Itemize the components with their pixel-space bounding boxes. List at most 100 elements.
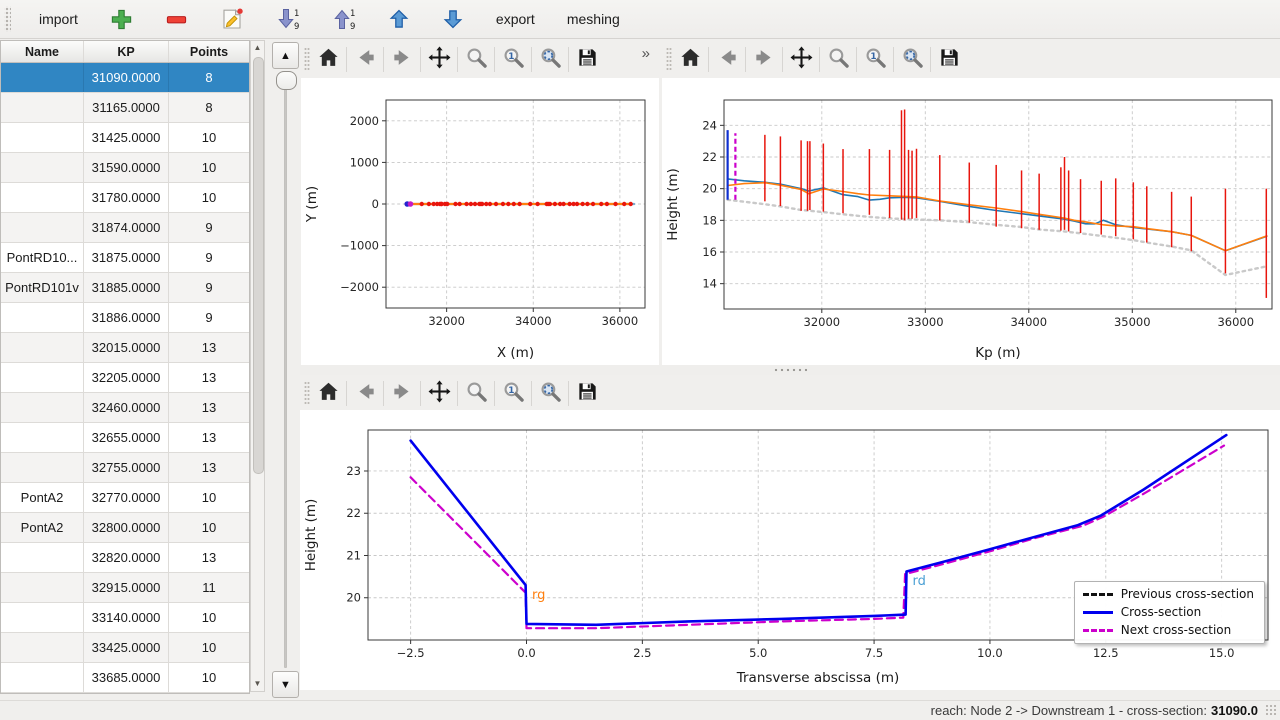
move-down-button[interactable]	[436, 4, 470, 34]
mpl-zoom-button[interactable]	[461, 44, 491, 74]
table-row[interactable]: 32915.000011	[1, 573, 249, 603]
table-row[interactable]: 31780.000010	[1, 183, 249, 213]
mpl-zoom-selection-button[interactable]	[535, 378, 565, 408]
cell-points[interactable]: 9	[169, 243, 249, 272]
horizontal-splitter[interactable]	[300, 365, 1280, 375]
cell-name[interactable]	[1, 303, 84, 332]
table-row[interactable]: 33140.000010	[1, 603, 249, 633]
table-row[interactable]: 31874.00009	[1, 213, 249, 243]
cell-points[interactable]: 13	[169, 453, 249, 482]
slider-track[interactable]	[284, 76, 287, 668]
mpl-pan-button[interactable]	[786, 44, 816, 74]
meshing-button[interactable]: meshing	[561, 8, 626, 30]
cell-kp[interactable]: 31590.0000	[84, 153, 169, 182]
cell-name[interactable]	[1, 633, 84, 662]
cell-name[interactable]	[1, 183, 84, 212]
mpl-forward-button[interactable]	[749, 44, 779, 74]
cell-kp[interactable]: 32205.0000	[84, 363, 169, 392]
resize-grip[interactable]	[1265, 704, 1278, 717]
cell-points[interactable]: 10	[169, 603, 249, 632]
table-row[interactable]: 32755.000013	[1, 453, 249, 483]
table-row[interactable]: 31425.000010	[1, 123, 249, 153]
cell-points[interactable]: 10	[169, 153, 249, 182]
cell-name[interactable]	[1, 153, 84, 182]
mpl-save-button[interactable]	[572, 44, 602, 74]
cell-kp[interactable]: 32820.0000	[84, 543, 169, 572]
cell-kp[interactable]: 32770.0000	[84, 483, 169, 512]
cell-points[interactable]: 8	[169, 63, 249, 92]
table-row[interactable]: PontA232770.000010	[1, 483, 249, 513]
cross-section-plot[interactable]: −2.50.02.55.07.510.012.515.020212223rgrd…	[300, 410, 1280, 695]
cell-kp[interactable]: 31780.0000	[84, 183, 169, 212]
cell-points[interactable]: 10	[169, 513, 249, 542]
toolbar-drag-handle[interactable]	[666, 47, 672, 71]
table-row[interactable]: 33685.000010	[1, 663, 249, 693]
cell-kp[interactable]: 31886.0000	[84, 303, 169, 332]
mpl-zoom-selection-button[interactable]	[897, 44, 927, 74]
mpl-zoom-button[interactable]	[823, 44, 853, 74]
cell-name[interactable]	[1, 333, 84, 362]
cell-points[interactable]: 10	[169, 633, 249, 662]
mpl-home-button[interactable]	[313, 378, 343, 408]
cell-kp[interactable]: 31425.0000	[84, 123, 169, 152]
slider-up-button[interactable]: ▲	[272, 42, 299, 69]
mpl-zoom-selection-button[interactable]	[535, 44, 565, 74]
toolbar-overflow-button[interactable]: »	[642, 45, 650, 62]
cell-kp[interactable]: 31885.0000	[84, 273, 169, 302]
import-button[interactable]: import	[33, 8, 84, 30]
cell-points[interactable]: 10	[169, 663, 249, 692]
slider-handle[interactable]	[276, 71, 297, 90]
table-row[interactable]: 31090.00008	[1, 63, 249, 93]
cell-kp[interactable]: 31875.0000	[84, 243, 169, 272]
table-row[interactable]: PontA232800.000010	[1, 513, 249, 543]
toolbar-drag-handle[interactable]	[304, 381, 310, 405]
cell-name[interactable]: PontRD101v	[1, 273, 84, 302]
header-name[interactable]: Name	[1, 41, 84, 62]
table-row[interactable]: 33425.000010	[1, 633, 249, 663]
cell-name[interactable]	[1, 123, 84, 152]
cell-points[interactable]: 10	[169, 483, 249, 512]
scroll-up-icon[interactable]: ▲	[251, 42, 264, 54]
mpl-zoom-original-button[interactable]: 1	[498, 44, 528, 74]
cell-kp[interactable]: 32655.0000	[84, 423, 169, 452]
table-row[interactable]: 31165.00008	[1, 93, 249, 123]
cell-name[interactable]	[1, 213, 84, 242]
mpl-forward-button[interactable]	[387, 378, 417, 408]
table-row[interactable]: 31886.00009	[1, 303, 249, 333]
mpl-save-button[interactable]	[934, 44, 964, 74]
cell-points[interactable]: 9	[169, 303, 249, 332]
cell-kp[interactable]: 32015.0000	[84, 333, 169, 362]
cell-kp[interactable]: 32460.0000	[84, 393, 169, 422]
slider-down-button[interactable]: ▼	[272, 671, 299, 698]
cell-kp[interactable]: 33685.0000	[84, 663, 169, 692]
table-row[interactable]: 31590.000010	[1, 153, 249, 183]
table-row[interactable]: 32205.000013	[1, 363, 249, 393]
cell-points[interactable]: 8	[169, 93, 249, 122]
cell-kp[interactable]: 32915.0000	[84, 573, 169, 602]
cell-kp[interactable]: 31874.0000	[84, 213, 169, 242]
cell-points[interactable]: 9	[169, 273, 249, 302]
mpl-zoom-original-button[interactable]: 1	[860, 44, 890, 74]
cell-kp[interactable]: 33140.0000	[84, 603, 169, 632]
cell-name[interactable]	[1, 63, 84, 92]
cell-name[interactable]: PontRD10...	[1, 243, 84, 272]
cell-points[interactable]: 10	[169, 123, 249, 152]
table-row[interactable]: 32820.000013	[1, 543, 249, 573]
cell-name[interactable]	[1, 573, 84, 602]
cell-points[interactable]: 13	[169, 543, 249, 572]
mpl-home-button[interactable]	[675, 44, 705, 74]
move-up-button[interactable]	[382, 4, 416, 34]
table-row[interactable]: PontRD101v31885.00009	[1, 273, 249, 303]
cell-points[interactable]: 13	[169, 363, 249, 392]
table-row[interactable]: 32015.000013	[1, 333, 249, 363]
header-kp[interactable]: KP	[84, 41, 169, 62]
cell-points[interactable]: 10	[169, 183, 249, 212]
mpl-home-button[interactable]	[313, 44, 343, 74]
mpl-zoom-button[interactable]	[461, 378, 491, 408]
mpl-pan-button[interactable]	[424, 378, 454, 408]
header-points[interactable]: Points	[169, 41, 249, 62]
cell-kp[interactable]: 32800.0000	[84, 513, 169, 542]
cell-kp[interactable]: 31090.0000	[84, 63, 169, 92]
cell-name[interactable]: PontA2	[1, 483, 84, 512]
remove-cross-section-button[interactable]	[159, 4, 194, 35]
